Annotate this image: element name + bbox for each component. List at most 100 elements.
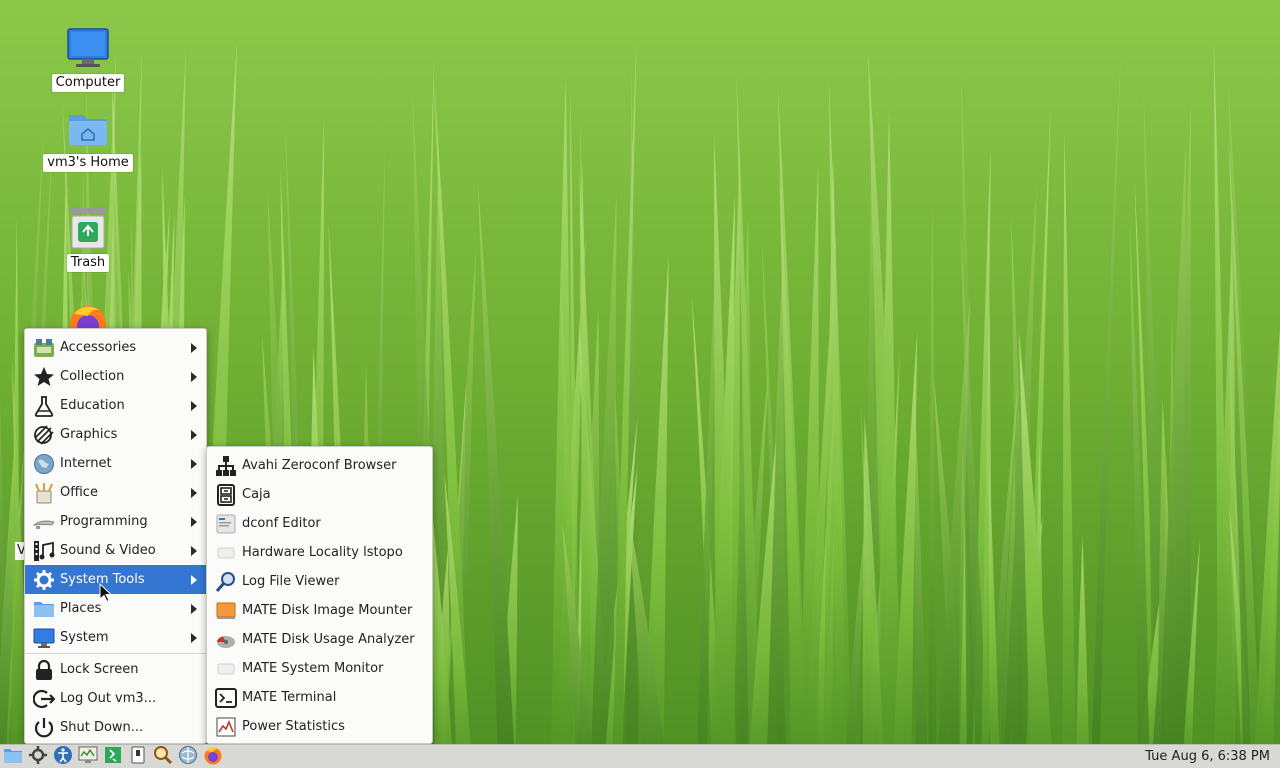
menu-item-disk-usage-analyzer[interactable]: MATE Disk Usage Analyzer [207,625,432,654]
desktop-icon-label: Trash [66,254,110,272]
submenu-arrow-icon [191,401,197,411]
magnifier-icon [214,570,238,594]
office-icon [32,481,56,505]
menu-item-label: Accessories [60,340,137,355]
accessories-icon [32,336,56,360]
firefox-launcher[interactable] [201,746,225,768]
menu-item-disk-image-mounter[interactable]: MATE Disk Image Mounter [207,596,432,625]
submenu-arrow-icon [191,517,197,527]
lock-icon [32,658,56,682]
menu-item-label: Programming [60,514,148,529]
submenu-arrow-icon [191,372,197,382]
desktop-icon-trash[interactable]: Trash [38,204,138,272]
menu-item-education[interactable]: Education [25,391,206,420]
menu-item-label: Graphics [60,427,118,442]
desktop-icon-computer[interactable]: Computer [38,24,138,92]
folder-icon [32,597,56,621]
menu-item-sound-video[interactable]: Sound & Video [25,536,206,565]
menu-item-label: MATE Disk Usage Analyzer [242,632,415,647]
system-monitor-icon [78,746,98,768]
menu-item-avahi[interactable]: Avahi Zeroconf Browser [207,451,432,480]
menu-item-collection[interactable]: Collection [25,362,206,391]
menu-item-accessories[interactable]: Accessories [25,333,206,362]
applications-menu: Accessories Collection Education Graphic… [24,328,207,744]
logout-icon [32,687,56,711]
menu-item-label: Places [60,601,102,616]
menu-item-system[interactable]: System [25,623,206,652]
menu-item-label: System [60,630,109,645]
menu-separator [25,653,206,654]
firefox-icon [203,745,223,768]
submenu-arrow-icon [191,604,197,614]
menu-item-lock-screen[interactable]: Lock Screen [25,655,206,684]
submenu-arrow-icon [191,546,197,556]
system-tools-submenu: Avahi Zeroconf Browser Caja dconf Editor… [206,446,433,744]
programming-icon [32,510,56,534]
show-desktop-icon [3,746,23,768]
gear-icon [32,568,56,592]
trash-icon [64,204,112,252]
sound-video-icon [32,539,56,563]
menu-item-mate-terminal[interactable]: MATE Terminal [207,683,432,712]
graphics-icon [32,423,56,447]
menu-item-label: Power Statistics [242,719,345,734]
menu-item-label: Shut Down... [60,720,144,735]
menu-item-label: MATE System Monitor [242,661,384,676]
panel-clock[interactable]: Tue Aug 6, 6:38 PM [1145,745,1270,768]
system-monitor-icon [214,657,238,681]
menu-item-label: Lock Screen [60,662,139,677]
menu-item-log-file-viewer[interactable]: Log File Viewer [207,567,432,596]
menu-item-label: MATE Terminal [242,690,337,705]
menu-item-label: Education [60,398,125,413]
flask-icon [32,394,56,418]
network-launcher[interactable] [176,745,200,768]
monitor-icon [32,626,56,650]
mouse-cursor-icon [99,583,113,603]
network-icon [178,745,198,768]
file-cabinet-icon [214,483,238,507]
show-desktop-button[interactable] [1,746,25,768]
menu-item-programming[interactable]: Programming [25,507,206,536]
menu-item-system-monitor[interactable]: MATE System Monitor [207,654,432,683]
submenu-arrow-icon [191,459,197,469]
desktop-icon-home[interactable]: vm3's Home [38,104,138,172]
exit-icon [104,746,122,768]
submenu-arrow-icon [191,430,197,440]
submenu-arrow-icon [191,343,197,353]
menu-item-label: Caja [242,487,271,502]
menu-item-system-tools[interactable]: System Tools [25,565,206,594]
menu-item-office[interactable]: Office [25,478,206,507]
computer-icon [64,24,112,72]
menu-item-label: Log Out vm3... [60,691,157,706]
device-launcher[interactable] [126,746,150,768]
menu-item-shut-down[interactable]: Shut Down... [25,713,206,742]
menu-item-power-statistics[interactable]: Power Statistics [207,712,432,741]
desktop-icon-label: Computer [51,74,125,92]
search-launcher[interactable] [151,745,175,768]
settings-icon [29,745,47,768]
menu-item-log-out[interactable]: Log Out vm3... [25,684,206,713]
menu-item-lstopo[interactable]: Hardware Locality lstopo [207,538,432,567]
accessibility-launcher[interactable] [51,745,75,768]
power-icon [32,716,56,740]
terminal-icon [214,686,238,710]
network-tree-icon [214,454,238,478]
settings-launcher[interactable] [26,745,50,768]
search-icon [153,745,173,768]
exit-launcher[interactable] [101,746,125,768]
system-monitor-launcher[interactable] [76,746,100,768]
globe-icon [32,452,56,476]
menu-item-label: MATE Disk Image Mounter [242,603,413,618]
desktop-icon-label: vm3's Home [43,154,133,172]
menu-item-label: dconf Editor [242,516,321,531]
star-icon [32,365,56,389]
accessibility-icon [53,745,73,768]
menu-item-places[interactable]: Places [25,594,206,623]
hardware-icon [214,541,238,565]
menu-item-graphics[interactable]: Graphics [25,420,206,449]
menu-item-dconf-editor[interactable]: dconf Editor [207,509,432,538]
menu-item-label: Avahi Zeroconf Browser [242,458,397,473]
menu-item-label: Hardware Locality lstopo [242,545,403,560]
menu-item-internet[interactable]: Internet [25,449,206,478]
menu-item-caja[interactable]: Caja [207,480,432,509]
